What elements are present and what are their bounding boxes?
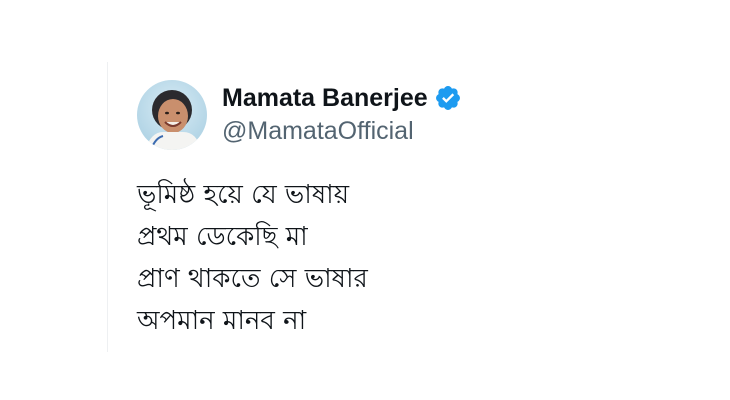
- tweet-text-line: প্রাণ থাকতে সে ভাষার: [137, 264, 368, 294]
- tweet-text-line: ভূমিষ্ঠ হয়ে যে ভাষায়: [137, 180, 350, 210]
- verified-check-icon: [434, 84, 462, 112]
- author-handle[interactable]: @MamataOfficial: [222, 115, 462, 147]
- tweet-header: Mamata Banerjee @MamataOfficial: [137, 80, 697, 150]
- author-name-row[interactable]: Mamata Banerjee: [222, 83, 462, 113]
- tweet-card: Mamata Banerjee @MamataOfficial ভূমিষ্ঠ …: [137, 80, 697, 342]
- tweet-text-line: প্রথম ডেকেছি মা: [137, 222, 308, 252]
- avatar[interactable]: [137, 80, 207, 150]
- thread-divider: [107, 62, 108, 352]
- tweet-screenshot: Mamata Banerjee @MamataOfficial ভূমিষ্ঠ …: [0, 0, 730, 400]
- author-info: Mamata Banerjee @MamataOfficial: [222, 83, 462, 147]
- tweet-text: ভূমিষ্ঠ হয়ে যে ভাষায় প্রথম ডেকেছি মা প…: [137, 174, 697, 342]
- tweet-text-line: অপমান মানব না: [137, 306, 307, 336]
- author-display-name[interactable]: Mamata Banerjee: [222, 83, 428, 113]
- avatar-image: [137, 80, 207, 150]
